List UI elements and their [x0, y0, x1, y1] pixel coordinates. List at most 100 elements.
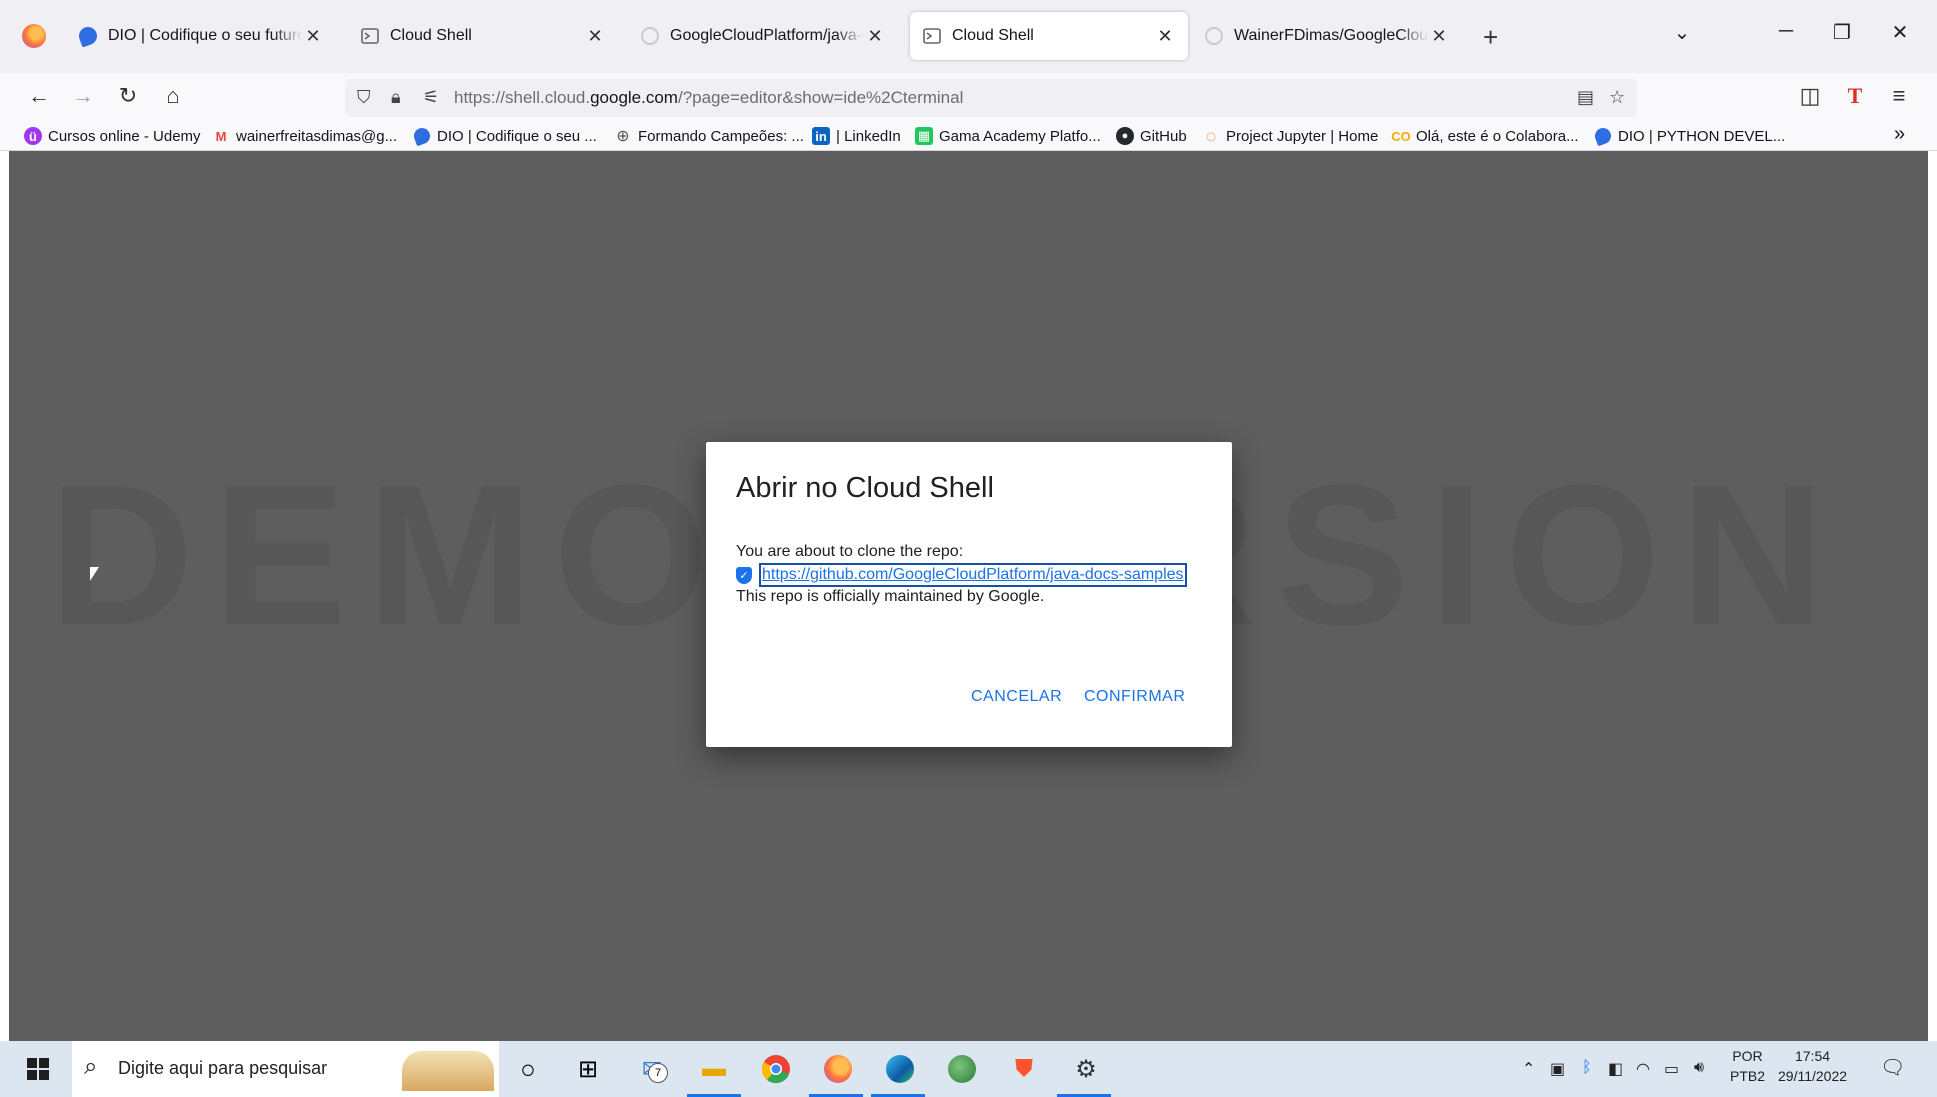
language-indicator[interactable]: POR PTB2 [1730, 1046, 1765, 1086]
camera-icon[interactable]: ▣ [1550, 1059, 1565, 1079]
tab-cloud-shell-1[interactable]: Cloud Shell ✕ [348, 12, 618, 60]
mail-badge: 7 [648, 1063, 668, 1083]
reader-view-icon[interactable]: ▤ [1577, 87, 1594, 108]
brave-icon[interactable]: ⛊ [1006, 1051, 1042, 1087]
bookmark-dio-python[interactable]: DIO | PYTHON DEVEL... [1592, 125, 1786, 147]
forward-icon[interactable]: → [68, 83, 98, 109]
bookmark-gmail[interactable]: Mwainerfreitasdimas@g... [212, 127, 398, 145]
chrome-icon[interactable] [758, 1051, 794, 1087]
tab-dio[interactable]: DIO | Codifique o seu futuro global agor… [66, 12, 336, 60]
dio-icon [411, 125, 433, 147]
bookmark-label: Project Jupyter | Home [1226, 127, 1379, 145]
windows-start-icon[interactable] [27, 1058, 49, 1080]
lock-icon[interactable]: 🔒︎ [391, 87, 401, 108]
clock-date: 29/11/2022 [1778, 1068, 1848, 1084]
bookmark-label: | LinkedIn [836, 127, 901, 145]
repo-link[interactable]: https://github.com/GoogleCloudPlatform/j… [759, 563, 1187, 587]
dialog-subtitle: You are about to clone the repo: [736, 543, 964, 560]
tracking-shield-icon[interactable]: ⛉ [357, 87, 371, 108]
bookmark-star-icon[interactable]: ☆ [1609, 87, 1625, 108]
tab-title: GoogleCloudPlatform/java-docs-samples [670, 27, 864, 44]
bookmark-gama[interactable]: ▦ Gama Academy Platfo... [915, 127, 1101, 145]
bookmark-udemy[interactable]: ü Cursos online - Udemy [24, 127, 201, 145]
clock-time: 17:54 [1794, 1048, 1831, 1064]
bookmark-github[interactable]: ● GitHub [1116, 127, 1187, 145]
bookmark-colab[interactable]: CO Olá, este é o Colabora... [1391, 127, 1578, 145]
github-icon: ● [1116, 127, 1134, 145]
taskbar-search[interactable]: ⌕ Digite aqui para pesquisar [72, 1041, 499, 1097]
restore-icon[interactable]: ❐ [1822, 20, 1862, 45]
menu-icon[interactable]: ≡ [1884, 83, 1914, 109]
dialog-note: This repo is officially maintained by Go… [736, 588, 1045, 605]
wifi-icon[interactable]: ◠ [1636, 1059, 1650, 1079]
navigation-bar: ← → ↻ ⌂ ⛉ 🔒︎ ⚟ https://shell.cloud.googl… [0, 73, 1937, 123]
dio-icon [76, 24, 100, 48]
globe-app-icon[interactable] [944, 1051, 980, 1087]
gama-icon: ▦ [915, 127, 933, 145]
meet-icon[interactable]: ◧ [1608, 1059, 1623, 1079]
edge-icon[interactable] [882, 1051, 918, 1087]
battery-icon[interactable]: ▭ [1664, 1059, 1679, 1079]
taskbar: ⌕ Digite aqui para pesquisar ○ ⊞ ✉ 7 ▬ ⛊… [0, 1041, 1937, 1097]
close-tab-icon[interactable]: ✕ [584, 26, 606, 47]
search-icon: ⌕ [84, 1053, 98, 1080]
bookmark-label: GitHub [1140, 127, 1187, 145]
tab-cloud-shell-active[interactable]: Cloud Shell ✕ [910, 12, 1188, 60]
bookmark-label: Gama Academy Platfo... [939, 127, 1101, 145]
tab-github-wainer[interactable]: WainerFDimas/GoogleCloudPlatform ✕ [1192, 12, 1462, 60]
url-bar[interactable]: ⛉ 🔒︎ ⚟ https://shell.cloud.google.com/?p… [345, 79, 1637, 117]
bookmark-label: DIO | Codifique o seu ... [437, 127, 597, 145]
repo-row: ✓ https://github.com/GoogleCloudPlatform… [736, 563, 1187, 587]
tab-github-java-docs[interactable]: GoogleCloudPlatform/java-docs-samples ✕ [628, 12, 898, 60]
extension-t-icon[interactable]: T [1840, 83, 1870, 109]
colab-icon: CO [1391, 128, 1411, 144]
pocket-icon[interactable]: ◫ [1795, 83, 1825, 109]
confirm-button[interactable]: CONFIRMAR [1084, 688, 1185, 706]
reload-icon[interactable]: ↻ [113, 83, 143, 109]
bookmark-linkedin[interactable]: in | LinkedIn [812, 127, 901, 145]
close-tab-icon[interactable]: ✕ [1154, 26, 1176, 47]
settings-gear-icon[interactable]: ⚙ [1068, 1051, 1104, 1087]
bookmark-label: DIO | PYTHON DEVEL... [1618, 127, 1786, 145]
close-tab-icon[interactable]: ✕ [302, 26, 324, 47]
firefox-icon[interactable] [22, 24, 46, 48]
keyboard-layout: PTB2 [1730, 1068, 1766, 1084]
chevron-up-icon[interactable]: ⌃ [1522, 1059, 1535, 1079]
file-explorer-icon[interactable]: ▬ [696, 1051, 732, 1087]
volume-icon[interactable]: 🔊︎ [1694, 1059, 1704, 1077]
search-highlight-image [402, 1051, 494, 1091]
url-text[interactable]: https://shell.cloud.google.com/?page=edi… [454, 88, 963, 108]
bookmark-jupyter[interactable]: ◌ Project Jupyter | Home [1202, 125, 1379, 146]
close-tab-icon[interactable]: ✕ [864, 26, 886, 47]
close-window-icon[interactable]: ✕ [1880, 20, 1920, 45]
bookmarks-bar: ü Cursos online - Udemy Mwainerfreitasdim… [0, 123, 1937, 151]
more-bookmarks-icon[interactable]: » [1894, 123, 1905, 146]
task-view-icon[interactable]: ⊞ [570, 1051, 606, 1087]
bookmark-formando[interactable]: ⊕ Formando Campeões: ... [614, 127, 804, 146]
firefox-taskbar-icon[interactable] [820, 1051, 856, 1087]
clock[interactable]: 17:54 29/11/2022 [1778, 1046, 1847, 1086]
language-code: POR [1732, 1048, 1763, 1064]
back-icon[interactable]: ← [24, 83, 54, 109]
bookmark-dio[interactable]: DIO | Codifique o seu ... [411, 125, 597, 147]
bookmark-label: Formando Campeões: ... [638, 127, 804, 145]
globe-icon: ⊕ [616, 128, 630, 145]
notifications-icon[interactable]: 🗨︎ [1880, 1055, 1905, 1080]
screen: DIO | Codifique o seu futuro global agor… [0, 0, 1937, 1097]
close-tab-icon[interactable]: ✕ [1428, 26, 1450, 47]
jupyter-icon: ◌ [1205, 125, 1217, 146]
tab-title: Cloud Shell [952, 27, 1034, 44]
github-icon [640, 26, 660, 46]
cortana-icon[interactable]: ○ [510, 1051, 546, 1087]
bookmark-label: Cursos online - Udemy [48, 127, 201, 145]
mouse-cursor-icon [90, 567, 99, 581]
bookmark-label: wainerfreitasdimas@g... [236, 127, 398, 145]
minimize-icon[interactable]: ─ [1766, 20, 1806, 43]
permissions-icon[interactable]: ⚟ [423, 87, 439, 108]
new-tab-button[interactable]: + [1483, 22, 1498, 53]
bluetooth-icon[interactable]: ᛒ [1582, 1059, 1592, 1077]
home-icon[interactable]: ⌂ [158, 83, 188, 109]
list-all-tabs-icon[interactable]: ⌄ [1662, 20, 1702, 45]
cancel-button[interactable]: CANCELAR [971, 688, 1062, 706]
cloud-shell-icon [360, 26, 380, 46]
